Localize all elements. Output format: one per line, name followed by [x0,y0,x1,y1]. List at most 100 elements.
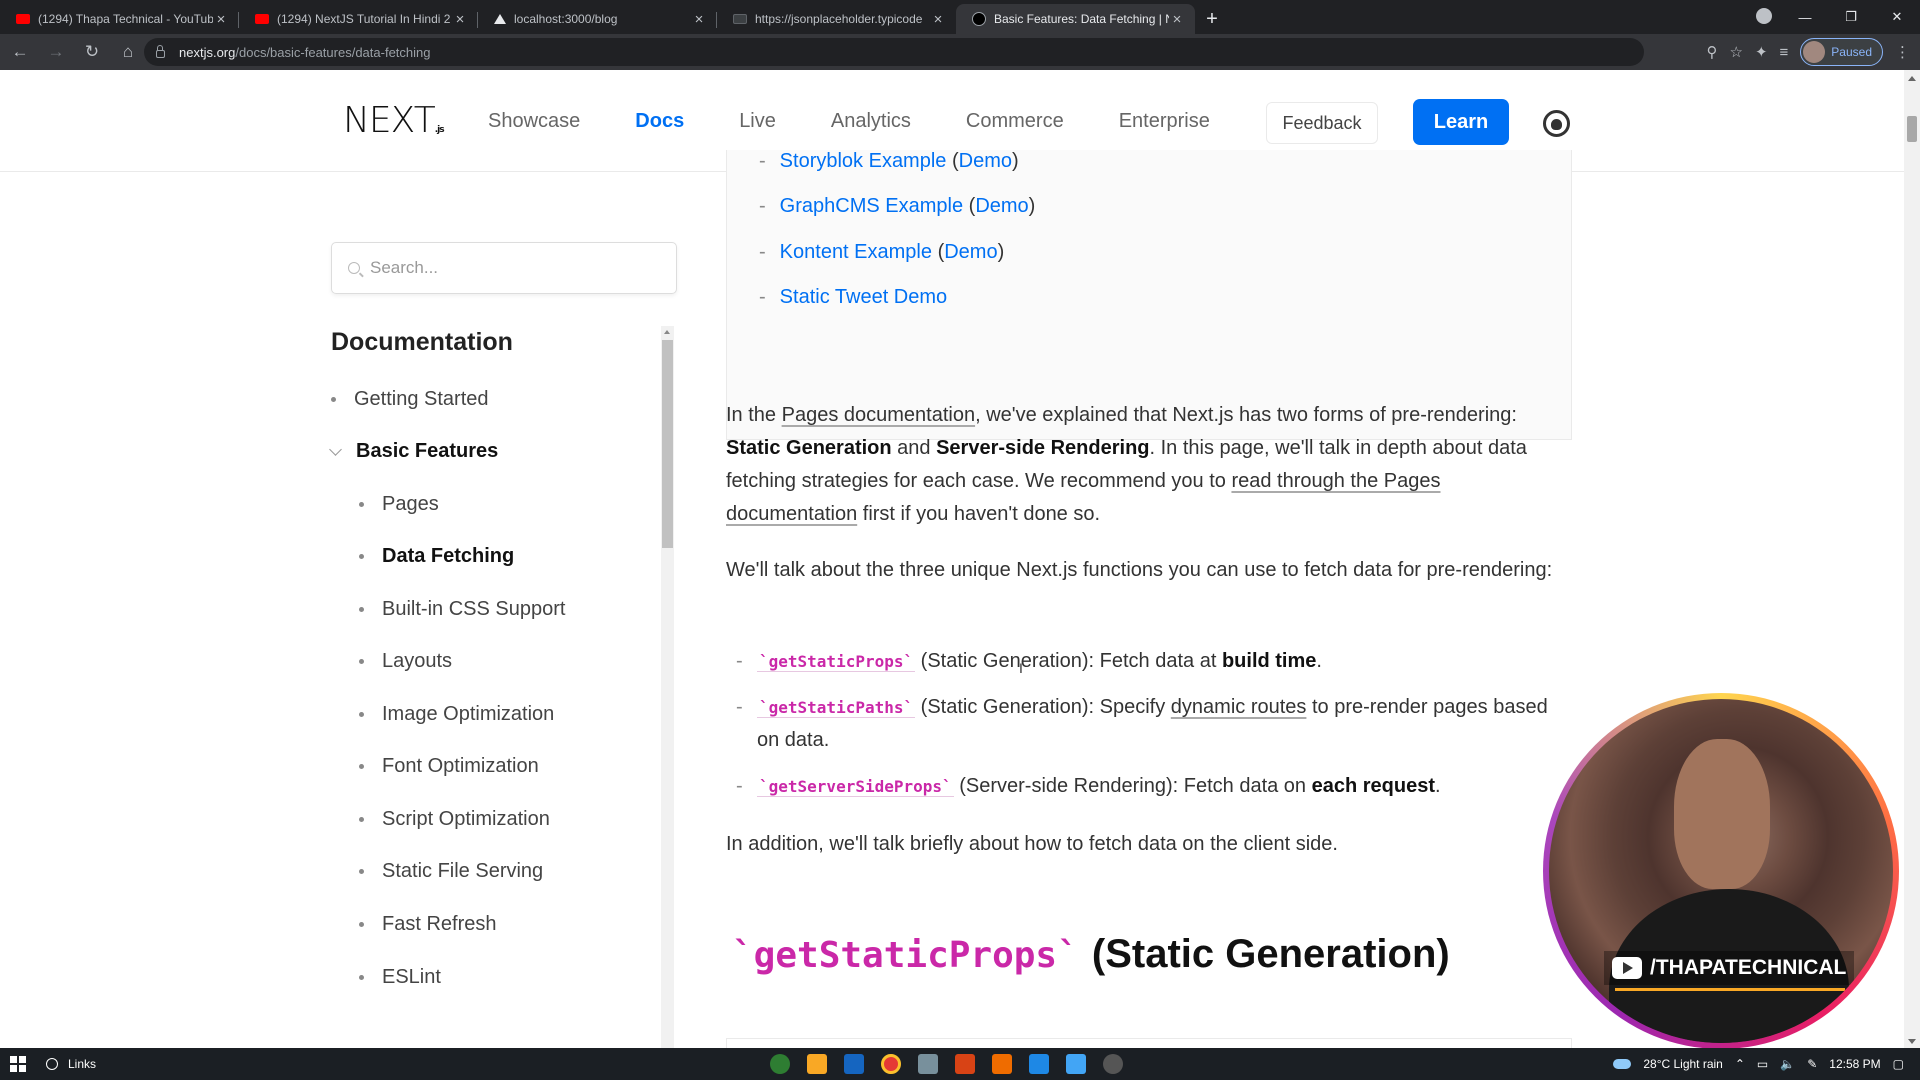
sidebar-item-eslint[interactable]: ESLint [359,966,441,989]
sidebar-item-css-support[interactable]: Built-in CSS Support [359,598,565,621]
example-link[interactable]: Static Tweet Demo [780,286,947,309]
demo-link[interactable]: Demo [975,195,1028,218]
chevron-up-icon[interactable]: ⌃ [1735,1057,1745,1071]
media-icon[interactable] [992,1054,1012,1074]
pages-documentation-link[interactable]: Pages documentation [782,404,975,426]
extensions-icon[interactable]: ✦ [1755,43,1768,61]
heading-text: (Static Generation) [1080,932,1450,976]
github-icon[interactable] [1543,110,1570,137]
vscode-icon[interactable] [1029,1054,1049,1074]
reload-icon[interactable]: ↻ [76,36,108,68]
sidebar-item-layouts[interactable]: Layouts [359,650,452,673]
nav-commerce[interactable]: Commerce [966,110,1064,133]
browser-tab[interactable]: localhost:3000/blog × [478,4,717,34]
example-link[interactable]: Kontent Example [780,241,932,264]
restore-icon[interactable]: ❐ [1828,9,1874,25]
page-scrollbar[interactable] [1904,70,1920,1048]
edge-icon[interactable] [770,1054,790,1074]
examples-list: - Storyblok Example (Demo) - GraphCMS Ex… [726,150,1572,440]
scroll-up-icon[interactable] [1908,76,1916,81]
zoom-icon[interactable]: ⚲ [1707,43,1718,61]
reading-list-icon[interactable]: ≡ [1780,44,1789,61]
document-icon[interactable] [1066,1054,1086,1074]
dynamic-routes-link[interactable]: dynamic routes [1171,696,1307,718]
tab-search-icon[interactable] [1756,8,1772,24]
webcam-video: /THAPATECHNICAL [1549,699,1893,1043]
scrollbar-thumb[interactable] [1907,116,1917,142]
star-icon[interactable]: ☆ [1730,43,1743,61]
file-explorer-icon[interactable] [807,1054,827,1074]
feedback-button[interactable]: Feedback [1266,102,1378,144]
taskbar-apps [770,1054,1123,1074]
office-icon[interactable] [955,1054,975,1074]
profile-button[interactable]: Paused [1800,38,1883,66]
scroll-up-icon[interactable] [664,330,670,334]
settings-icon[interactable] [1103,1054,1123,1074]
pen-icon[interactable]: ✎ [1807,1057,1817,1071]
close-tab-icon[interactable]: × [930,11,946,28]
sidebar-item-script-optimization[interactable]: Script Optimization [359,808,550,831]
sidebar-scrollbar[interactable] [661,326,674,1048]
sidebar-item-getting-started[interactable]: Getting Started [331,388,489,411]
sidebar-item-font-optimization[interactable]: Font Optimization [359,755,539,778]
example-link[interactable]: Storyblok Example [780,150,947,173]
sidebar-item-static-file-serving[interactable]: Static File Serving [359,860,543,883]
docs-search-input[interactable]: Search... [331,242,677,294]
chrome-icon[interactable] [881,1054,901,1074]
close-tab-icon[interactable]: × [452,11,468,28]
browser-tab[interactable]: https://jsonplaceholder.typicode × [717,4,956,34]
browser-tab[interactable]: (1294) Thapa Technical - YouTube × [0,4,239,34]
close-tab-icon[interactable]: × [213,11,229,28]
text: (Static Generation): Specify [915,696,1171,718]
nav-showcase[interactable]: Showcase [488,110,580,133]
bold-text: Static Generation [726,437,892,459]
sidebar-item-fast-refresh[interactable]: Fast Refresh [359,913,496,936]
bullet-icon [359,554,364,559]
notifications-icon[interactable]: ▢ [1893,1057,1904,1071]
sidebar-item-label: Font Optimization [382,755,539,777]
page-icon [733,14,747,24]
demo-link[interactable]: Demo [959,150,1012,173]
sidebar-item-data-fetching[interactable]: Data Fetching [359,545,514,568]
clock[interactable]: 12:58 PM [1829,1057,1880,1071]
text: (Static Generation): Fetch data at [915,650,1222,672]
example-item: - GraphCMS Example (Demo) [759,195,1036,218]
new-tab-button[interactable]: + [1195,4,1229,34]
scroll-down-icon[interactable] [1908,1039,1916,1044]
nav-docs[interactable]: Docs [635,110,684,133]
menu-icon[interactable]: ⋮ [1895,43,1910,61]
text-cursor-icon: I [1019,660,1023,676]
scrollbar-thumb[interactable] [662,340,673,548]
sidebar-item-pages[interactable]: Pages [359,493,439,516]
forward-icon[interactable]: → [40,36,72,68]
address-bar[interactable]: nextjs.org/docs/basic-features/data-fetc… [144,38,1644,66]
nav-live[interactable]: Live [739,110,776,133]
browser-tab[interactable]: (1294) NextJS Tutorial In Hindi 2 × [239,4,478,34]
close-tab-icon[interactable]: × [691,11,707,28]
lock-icon[interactable] [156,45,165,58]
nav-analytics[interactable]: Analytics [831,110,911,133]
back-icon[interactable]: ← [4,36,36,68]
sidebar-item-basic-features[interactable]: Basic Features [329,440,498,463]
sidebar-item-image-optimization[interactable]: Image Optimization [359,703,554,726]
windows-start-icon[interactable] [10,1056,26,1072]
volume-icon[interactable]: 🔈 [1780,1057,1795,1071]
close-tab-icon[interactable]: × [1169,11,1185,28]
weather-text[interactable]: 28°C Light rain [1643,1057,1723,1071]
bullet-icon [359,975,364,980]
taskbar-search[interactable]: Links [46,1057,96,1071]
nav-enterprise[interactable]: Enterprise [1119,110,1210,133]
close-window-icon[interactable]: ✕ [1874,9,1920,25]
calculator-icon[interactable] [918,1054,938,1074]
example-link[interactable]: GraphCMS Example [780,195,963,218]
home-icon[interactable]: ⌂ [112,36,144,68]
search-icon [348,262,360,274]
minimize-icon[interactable]: — [1782,10,1828,25]
nextjs-logo[interactable]: NEXT.js [343,100,445,141]
network-icon[interactable]: ▭ [1757,1057,1768,1071]
demo-link[interactable]: Demo [944,241,997,264]
mail-icon[interactable] [844,1054,864,1074]
windows-taskbar: Links 28°C Light rain ⌃ ▭ 🔈 ✎ 12:58 PM ▢ [0,1048,1920,1080]
browser-tab-active[interactable]: Basic Features: Data Fetching | N × [956,4,1195,34]
learn-button[interactable]: Learn [1413,99,1509,145]
